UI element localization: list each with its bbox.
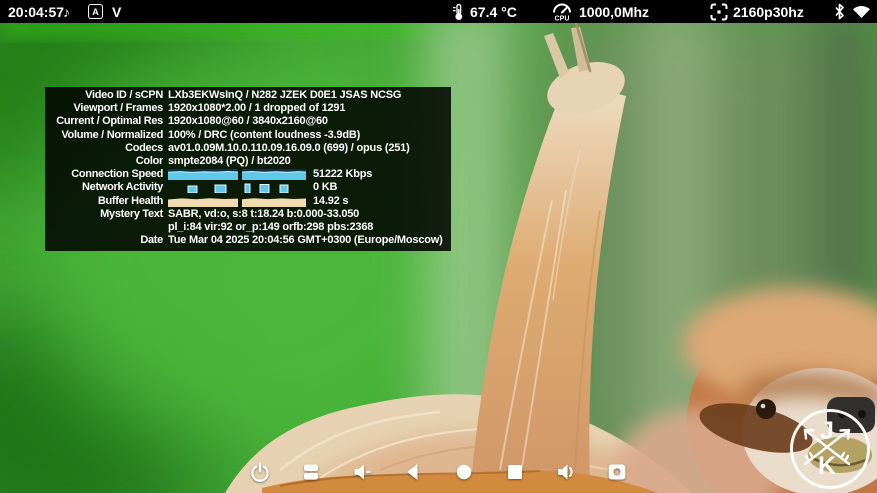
watermark-letter-top: J — [820, 417, 834, 445]
status-bar: 20:04:57 ♪ A V 67.4 °C CPU 1000,0Mhz 216… — [0, 0, 877, 23]
recents-icon — [504, 461, 526, 488]
stat-value: 14.92 s — [313, 194, 349, 207]
stat-label: Mystery Text — [100, 207, 163, 220]
crossed-arrows-logo: J K — [803, 417, 851, 480]
temperature-indicator: 67.4 °C — [452, 0, 517, 23]
recents-button[interactable] — [504, 463, 526, 485]
clock: 20:04:57 — [8, 3, 65, 20]
stat-label: Buffer Health — [97, 194, 163, 207]
stat-row-video-id: Video ID / sCPN LXb3EKWsInQ / N282 JZEK … — [45, 89, 451, 102]
stat-value: LXb3EKWsInQ / N282 JZEK D0E1 JSAS NCSG — [168, 89, 402, 102]
stat-row-date: Date Tue Mar 04 2025 20:04:56 GMT+0300 (… — [45, 234, 451, 247]
stat-value: 1920x1080@60 / 3840x2160@60 — [168, 115, 328, 128]
stat-value: pl_i:84 vir:92 or_p:149 orfb:298 pbs:236… — [168, 220, 374, 233]
menu-icon — [300, 461, 322, 488]
stat-row-volume: Volume / Normalized 100% / DRC (content … — [45, 129, 451, 142]
screenshot-button[interactable] — [606, 463, 628, 485]
volume-up-button[interactable] — [555, 463, 577, 485]
cpu-frequency-value: 1000,0Mhz — [579, 3, 650, 20]
stat-value: smpte2084 (PQ) / bt2020 — [168, 155, 291, 168]
stat-label: Current / Optimal Res — [56, 115, 163, 128]
cpu-gauge-icon: CPU — [550, 1, 574, 22]
stat-row-resolution: Current / Optimal Res 1920x1080@60 / 384… — [45, 115, 451, 128]
stat-value: 51222 Kbps — [313, 168, 373, 181]
home-icon — [453, 461, 475, 488]
wifi-icon — [852, 4, 871, 19]
stat-value: Tue Mar 04 2025 20:04:56 GMT+0300 (Europ… — [168, 234, 443, 247]
stat-row-codecs: Codecs av01.0.09M.10.0.110.09.16.09.0 (6… — [45, 142, 451, 155]
nav-bar — [0, 455, 877, 493]
stats-for-nerds-panel: Video ID / sCPN LXb3EKWsInQ / N282 JZEK … — [45, 87, 451, 252]
screen-resolution-icon — [710, 3, 728, 21]
display-mode-indicator: 2160p30hz — [710, 0, 804, 23]
stat-row-mystery-text: Mystery Text SABR, vd:o, s:8 t:18.24 b:0… — [45, 208, 451, 221]
stat-value: 1920x1080*2.00 / 1 dropped of 1291 — [168, 102, 346, 115]
stat-row-network-activity: Network Activity 0 KB — [45, 181, 451, 194]
stat-row-viewport: Viewport / Frames 1920x1080*2.00 / 1 dro… — [45, 102, 451, 115]
menu-button[interactable] — [300, 463, 322, 485]
back-icon — [402, 461, 424, 488]
stat-row-mystery-text-2: pl_i:84 vir:92 or_p:149 orfb:298 pbs:236… — [45, 221, 451, 234]
network-activity-graph — [168, 182, 306, 194]
stat-value: 0 KB — [313, 181, 338, 194]
back-button[interactable] — [402, 463, 424, 485]
app-badge-a-icon: A — [88, 0, 103, 23]
stat-label: Connection Speed — [71, 168, 163, 181]
stat-label: Network Activity — [82, 181, 163, 194]
volume-up-icon — [555, 461, 577, 488]
stat-label: Date — [140, 234, 163, 247]
stat-label: Color — [135, 155, 164, 168]
stat-label: Volume / Normalized — [61, 128, 163, 141]
power-icon — [249, 461, 271, 488]
connection-speed-graph — [168, 169, 306, 181]
stat-row-connection-speed: Connection Speed 51222 Kbps — [45, 168, 451, 181]
channel-watermark: J K — [790, 409, 870, 489]
home-button[interactable] — [453, 463, 475, 485]
bluetooth-icon — [834, 3, 845, 20]
stat-label: Video ID / sCPN — [85, 89, 163, 102]
stat-value: av01.0.09M.10.0.110.09.16.09.0 (699) / o… — [168, 141, 410, 154]
stat-row-color: Color smpte2084 (PQ) / bt2020 — [45, 155, 451, 168]
watermark-letter-bottom: K — [818, 452, 836, 480]
radio-indicators — [834, 0, 871, 23]
display-mode-value: 2160p30hz — [733, 3, 804, 20]
stat-row-buffer-health: Buffer Health 14.92 s — [45, 195, 451, 208]
stat-value: SABR, vd:o, s:8 t:18.24 b:0.000-33.050 — [168, 207, 360, 220]
cpu-indicator: CPU 1000,0Mhz — [550, 0, 649, 23]
app-badge-v-icon: V — [112, 3, 122, 20]
power-button[interactable] — [249, 461, 271, 488]
stat-label: Viewport / Frames — [73, 102, 164, 115]
stat-value: 100% / DRC (content loudness -3.9dB) — [168, 128, 361, 141]
music-note-icon: ♪ — [63, 3, 70, 20]
screenshot-icon — [606, 461, 628, 488]
volume-down-button[interactable] — [351, 463, 373, 485]
svg-text:CPU: CPU — [555, 16, 570, 23]
thermometer-icon — [452, 3, 465, 21]
buffer-health-graph — [168, 196, 306, 207]
volume-down-icon — [351, 461, 373, 488]
stat-label: Codecs — [125, 141, 163, 154]
temperature-value: 67.4 °C — [470, 3, 517, 20]
